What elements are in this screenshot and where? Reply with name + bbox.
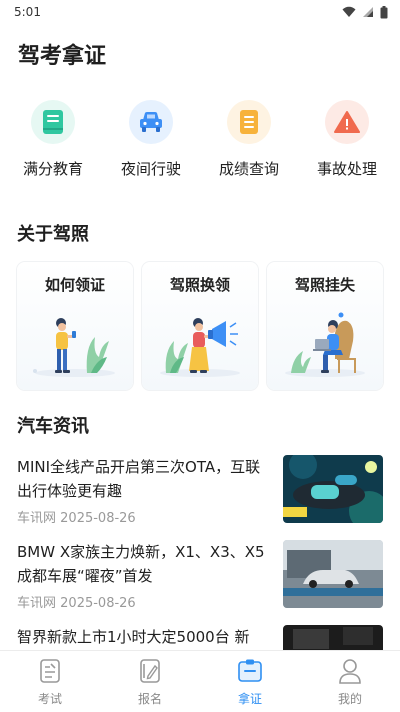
quick-action-label: 满分教育 [22,160,83,178]
quick-action-score-query[interactable]: 成绩查询 [204,100,294,179]
person-with-phone-illustration [33,318,115,377]
news-thumbnail [283,540,383,608]
license-card-how-to-get[interactable]: 如何领证 [17,262,133,390]
news-thumbnail [283,455,383,523]
signup-icon [140,659,160,683]
quick-action-label: 事故处理 [316,160,377,178]
news-title: BMW X家族主力焕新，X1、X3、X5成都车展“曜夜”首发 [17,543,265,585]
card-title: 驾照换领 [169,276,230,294]
quick-action-label: 夜间行驶 [120,160,181,178]
news-source: 车讯网 [17,596,57,611]
nav-label: 报名 [137,692,162,706]
news-title: 智界新款上市1小时大定5000台 新 [17,628,250,646]
exam-icon [40,659,60,683]
license-section-title: 关于驾照 [17,224,89,245]
news-item[interactable]: MINI全线产品开启第三次OTA，互联出行体验更有趣 车讯网 2025-08-2… [17,455,383,539]
status-bar: 5:01 [0,0,400,24]
license-cards: 如何领证 驾照换领 驾照挂失 [17,262,383,390]
bottom-nav: 考试 报名 拿证 我的 [0,650,400,712]
car-icon [129,100,173,144]
nav-tab-license[interactable]: 拿证 [200,651,300,712]
wifi-icon [342,6,356,17]
warning-icon [325,100,369,144]
news-meta: 车讯网 2025-08-26 [17,592,136,611]
person-with-megaphone-illustration [160,318,240,377]
nav-tab-signup[interactable]: 报名 [100,651,200,712]
page-title: 驾考拿证 [18,44,107,69]
card-title: 如何领证 [44,276,105,294]
nav-label: 考试 [37,692,62,706]
profile-icon [339,659,361,684]
news-title: MINI全线产品开启第三次OTA，互联出行体验更有趣 [17,458,261,500]
news-source: 车讯网 [17,511,57,526]
news-item[interactable]: BMW X家族主力焕新，X1、X3、X5成都车展“曜夜”首发 车讯网 2025-… [17,540,383,624]
nav-tab-exam[interactable]: 考试 [0,651,100,712]
nav-tab-profile[interactable]: 我的 [300,651,400,712]
signal-icon [363,7,373,17]
quick-action-accident-handling[interactable]: 事故处理 [302,100,392,179]
quick-actions: 满分教育 夜间行驶 成绩查询 事故处理 [0,100,400,179]
quick-action-full-score-education[interactable]: 满分教育 [8,100,98,179]
license-card-renewal[interactable]: 驾照换领 [142,262,258,390]
quick-action-label: 成绩查询 [218,160,279,178]
quick-action-night-driving[interactable]: 夜间行驶 [106,100,196,179]
document-icon [227,100,271,144]
news-date: 2025-08-26 [60,596,136,611]
status-time: 5:01 [14,5,41,19]
person-with-laptop-illustration [285,312,365,377]
license-card-report-loss[interactable]: 驾照挂失 [267,262,383,390]
battery-icon [380,5,388,18]
nav-label: 我的 [337,692,362,706]
news-date: 2025-08-26 [60,511,136,526]
license-icon [238,659,262,682]
status-icons [342,5,388,19]
news-meta: 车讯网 2025-08-26 [17,507,136,526]
card-title: 驾照挂失 [294,276,355,294]
nav-label: 拿证 [237,692,262,706]
news-section-title: 汽车资讯 [17,416,89,437]
book-icon [31,100,75,144]
